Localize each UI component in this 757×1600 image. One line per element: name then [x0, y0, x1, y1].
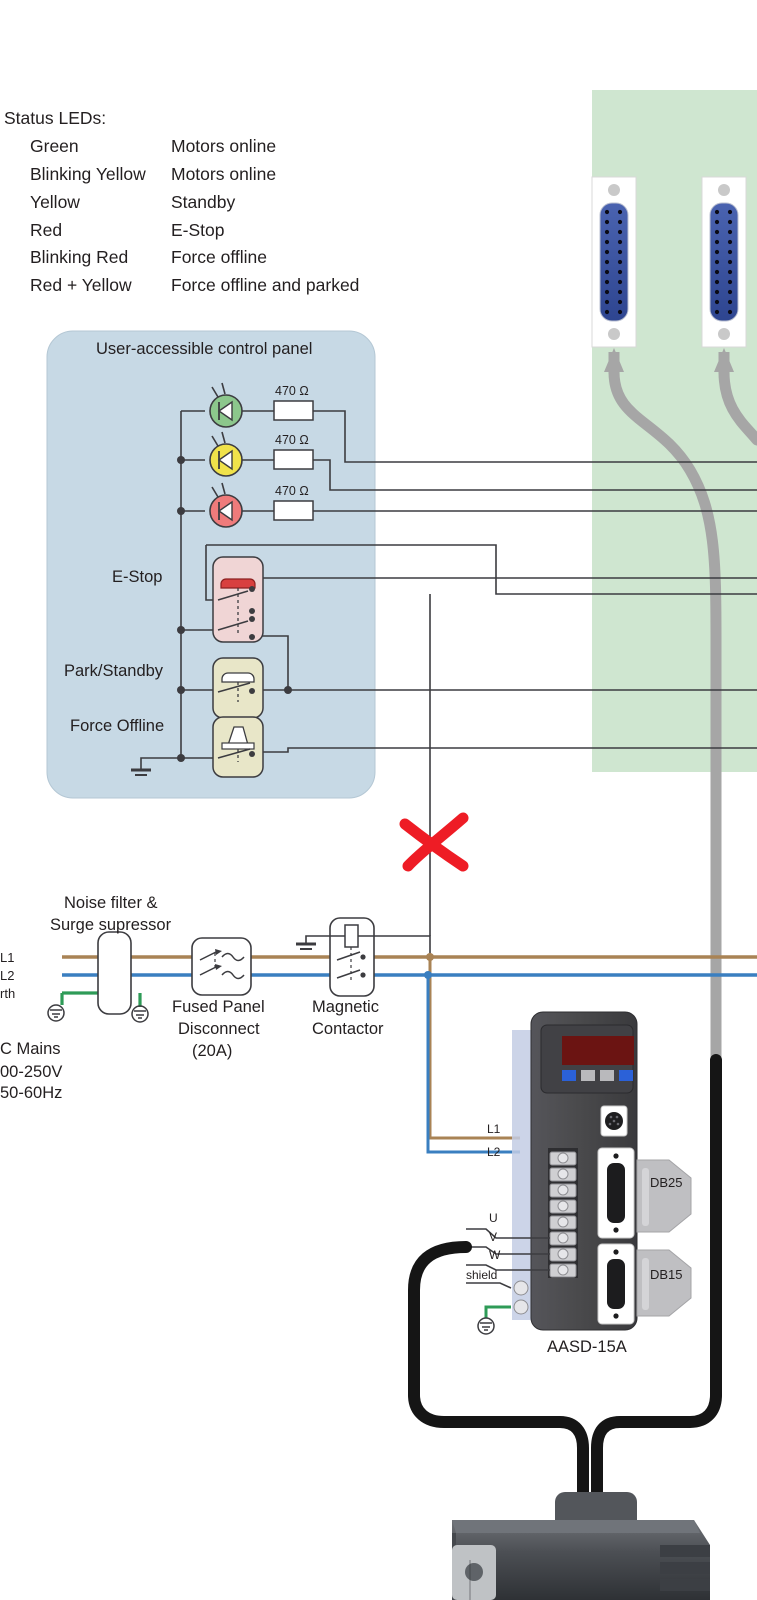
drive-model-label: AASD-15A	[547, 1338, 627, 1356]
resistor-value-red: 470 Ω	[275, 484, 309, 498]
resistor-value-yellow: 470 Ω	[275, 433, 309, 447]
drive-supply-wires: L1 L2	[424, 953, 520, 1159]
drive-db25-port	[597, 1147, 635, 1239]
legend-state-5: Red + Yellow	[30, 275, 132, 295]
drive-button-4[interactable]	[619, 1070, 633, 1081]
mains-earth-label: rth	[0, 986, 15, 1001]
drive-button-2[interactable]	[581, 1070, 595, 1081]
drive-earth-symbol	[477, 1305, 511, 1335]
dsub-connector-2	[701, 176, 747, 348]
disconnect-label-0: Fused Panel	[172, 998, 265, 1016]
drive-terminal-label-u: U	[489, 1211, 498, 1225]
legend-state-1: Blinking Yellow	[30, 164, 146, 184]
magnetic-contactor-block: Magnetic Contactor	[296, 917, 431, 1038]
db15-label: DB15	[650, 1267, 683, 1282]
mains-source-line-1: 00-250V	[0, 1063, 62, 1081]
db25-label: DB25	[650, 1175, 683, 1190]
drive-terminal-label-shield: shield	[466, 1268, 497, 1282]
earth-symbol-2	[131, 1005, 149, 1023]
mains-l2-label: L2	[0, 968, 14, 983]
legend-meaning-0: Motors online	[171, 136, 276, 156]
noise-filter-label-0: Noise filter &	[64, 894, 158, 912]
noise-filter-label-1: Surge supressor	[50, 916, 172, 934]
control-panel-title: User-accessible control panel	[96, 340, 312, 358]
servo-drive-aasd-15a: DB25 DB15 AASD-15A	[512, 1011, 692, 1356]
force-offline-switch-label: Force Offline	[70, 717, 164, 735]
legend-meaning-4: Force offline	[171, 247, 267, 267]
drive-terminal-label-l1: L1	[487, 1122, 501, 1136]
contactor-label-1: Contactor	[312, 1020, 384, 1038]
red-x-annotation	[399, 812, 469, 872]
drive-db15-port	[597, 1243, 635, 1325]
noise-filter-block: Noise filter & Surge supressor	[50, 894, 172, 1015]
legend-state-2: Yellow	[30, 192, 80, 212]
resistor-value-green: 470 Ω	[275, 384, 309, 398]
earth-symbol-1	[47, 1004, 65, 1022]
legend-title: Status LEDs:	[4, 108, 106, 128]
mains-l1-label: L1	[0, 950, 14, 965]
drive-button-3[interactable]	[600, 1070, 614, 1081]
db25-connector-shell: DB25	[636, 1159, 692, 1233]
contactor-label-0: Magnetic	[312, 998, 379, 1016]
green-control-board-panel	[591, 90, 757, 1066]
legend-meaning-5: Force offline and parked	[171, 275, 359, 295]
mains-source-line-0: C Mains	[0, 1040, 61, 1058]
drive-terminal-label-l2: L2	[487, 1145, 501, 1159]
legend-state-4: Blinking Red	[30, 247, 128, 267]
estop-switch-label: E-Stop	[112, 568, 162, 586]
legend-state-0: Green	[30, 136, 79, 156]
servo-motor	[452, 1492, 710, 1600]
legend-meaning-1: Motors online	[171, 164, 276, 184]
db15-connector-shell: DB15	[636, 1249, 692, 1317]
park-standby-switch-label: Park/Standby	[64, 662, 164, 680]
wiring-diagram-canvas: Status LEDs: Green Motors online Blinkin…	[0, 0, 757, 1600]
drive-terminal-label-v: V	[489, 1230, 497, 1244]
legend-state-3: Red	[30, 220, 62, 240]
status-led-legend: Status LEDs: Green Motors online Blinkin…	[4, 108, 359, 295]
drive-terminal-label-w: W	[489, 1248, 501, 1262]
servo-wiring-diagram: Status LEDs: Green Motors online Blinkin…	[0, 90, 757, 1600]
disconnect-label-2: (20A)	[192, 1042, 232, 1060]
disconnect-label-1: Disconnect	[178, 1020, 260, 1038]
drive-button-1[interactable]	[562, 1070, 576, 1081]
mains-source-line-2: 50-60Hz	[0, 1084, 62, 1102]
legend-meaning-3: E-Stop	[171, 220, 225, 240]
dsub-connector-1	[591, 176, 637, 348]
drive-led-display	[562, 1036, 634, 1065]
legend-meaning-2: Standby	[171, 192, 235, 212]
